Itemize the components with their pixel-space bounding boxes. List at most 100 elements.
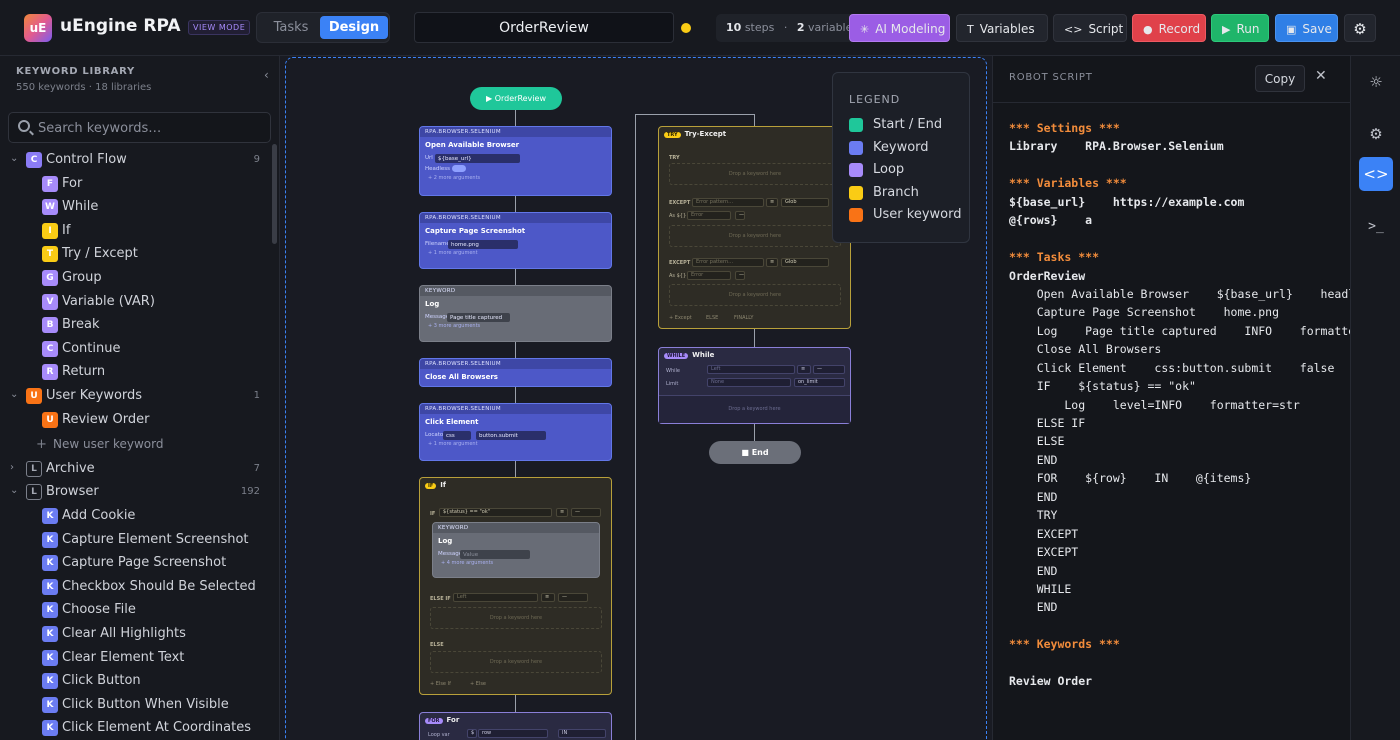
drop-zone[interactable]: Drop a keyword here — [669, 163, 841, 185]
value-select[interactable]: — — [558, 593, 588, 602]
sidebar-scrollbar[interactable] — [272, 144, 277, 244]
more-arguments-link[interactable]: + 4 more arguments — [433, 560, 599, 566]
keyword-item[interactable]: K Click Element At Coordinates — [0, 717, 272, 739]
chevron-right-icon[interactable]: › — [10, 462, 14, 473]
flow-canvas[interactable]: ▶ OrderReview RPA.BROWSER.SELENIUM Open … — [280, 56, 992, 740]
operator-select[interactable]: ≡ — [797, 365, 811, 374]
add-else-button[interactable]: + Else — [470, 681, 486, 687]
field-input[interactable]: button.submit — [476, 431, 546, 440]
as-variable-select[interactable]: — — [735, 271, 745, 280]
start-node[interactable]: ▶ OrderReview — [470, 87, 562, 110]
code-panel-icon[interactable]: <> — [1359, 157, 1393, 191]
run-button[interactable]: ▶ Run — [1211, 14, 1269, 42]
loop-var-input[interactable]: row — [478, 729, 548, 738]
except-pattern-input[interactable]: Error pattern… — [692, 198, 764, 207]
operator-select[interactable]: ≡ — [541, 593, 555, 602]
keyword-item[interactable]: K Capture Element Screenshot — [0, 529, 272, 551]
on-limit-select[interactable]: on_limit — [794, 378, 845, 387]
drop-zone[interactable]: Drop a keyword here — [669, 284, 841, 306]
keyword-node-log[interactable]: KEYWORD Log Message Page title captured +… — [419, 285, 612, 342]
new-user-keyword-button[interactable]: + New user keyword — [0, 434, 272, 456]
keyword-item[interactable]: K Add Cookie — [0, 505, 272, 527]
tree-group-2[interactable]: › L Archive 7 — [0, 458, 272, 480]
keyword-search-input[interactable]: Search keywords… — [8, 112, 271, 143]
ai-modeling-button[interactable]: ✳ AI Modeling — [849, 14, 950, 42]
keyword-item[interactable]: K Clear All Highlights — [0, 623, 272, 645]
script-button[interactable]: <> Script — [1053, 14, 1127, 42]
keyword-item[interactable]: I If — [0, 220, 272, 242]
sun-icon[interactable]: ☼ — [1359, 65, 1393, 99]
keyword-node-close-browsers[interactable]: RPA.BROWSER.SELENIUM Close All Browsers — [419, 358, 612, 387]
keyword-item[interactable]: K Clear Element Text — [0, 647, 272, 669]
record-button[interactable]: ● Record — [1132, 14, 1206, 42]
while-condition-input[interactable]: Left — [707, 365, 795, 374]
headless-toggle[interactable] — [452, 165, 467, 172]
locator-strategy-select[interactable]: css — [443, 431, 471, 440]
drop-zone[interactable]: Drop a keyword here — [430, 651, 602, 673]
collapse-sidebar-icon[interactable]: ‹ — [264, 68, 269, 82]
match-type-select[interactable]: Glob — [781, 198, 829, 207]
keyword-item[interactable]: K Click Button — [0, 670, 272, 692]
task-title-input[interactable]: OrderReview — [414, 12, 674, 43]
operator-select[interactable]: ≡ — [556, 508, 568, 517]
drop-zone[interactable]: Drop a keyword here — [659, 395, 850, 423]
more-arguments-link[interactable]: + 1 more argument — [420, 441, 611, 447]
add-except-button[interactable]: + Except — [669, 315, 692, 321]
limit-input[interactable]: None — [707, 378, 791, 387]
save-button[interactable]: ▣ Save — [1275, 14, 1338, 42]
field-input[interactable]: Page title captured — [447, 313, 510, 322]
add-else-button[interactable]: ELSE — [706, 315, 718, 321]
pattern-type-select[interactable]: ≡ — [766, 258, 778, 267]
keyword-item[interactable]: R Return — [0, 361, 272, 383]
field-input[interactable]: Value — [460, 550, 530, 559]
keyword-item[interactable]: C Continue — [0, 338, 272, 360]
tree-group-3[interactable]: ⌄ L Browser 192 — [0, 481, 272, 503]
add-else-if-button[interactable]: + Else If — [430, 681, 451, 687]
field-input[interactable]: ${base_url} — [435, 154, 520, 163]
as-variable-select[interactable]: — — [735, 211, 745, 220]
chevron-down-icon[interactable]: ⌄ — [10, 153, 18, 164]
nested-log-node[interactable]: KEYWORD Log Message Value + 4 more argume… — [432, 522, 600, 578]
keyword-item[interactable]: K Choose File — [0, 599, 272, 621]
terminal-icon[interactable]: >_ — [1359, 210, 1393, 244]
as-variable-input[interactable]: Error — [687, 211, 731, 220]
try-except-block[interactable]: TRY Try-Except TRY Drop a keyword here EX… — [658, 126, 851, 329]
more-arguments-link[interactable]: + 2 more arguments — [420, 175, 611, 181]
more-arguments-link[interactable]: + 3 more arguments — [420, 323, 611, 329]
keyword-item[interactable]: K Checkbox Should Be Selected — [0, 576, 272, 598]
except-pattern-input[interactable]: Error pattern… — [692, 258, 764, 267]
chevron-down-icon[interactable]: ⌄ — [10, 389, 18, 400]
pattern-type-select[interactable]: ≡ — [766, 198, 778, 207]
more-arguments-link[interactable]: + 1 more argument — [420, 250, 611, 256]
value-select[interactable]: — — [813, 365, 845, 374]
field-input[interactable]: home.png — [448, 240, 518, 249]
for-block[interactable]: FOR For Loop var $ row IN — [419, 712, 612, 740]
keyword-item[interactable]: U Review Order — [0, 409, 272, 431]
keyword-item[interactable]: T Try / Except — [0, 243, 272, 265]
keyword-item[interactable]: K Click Button When Visible — [0, 694, 272, 716]
loop-var-type[interactable]: $ — [467, 729, 477, 738]
chevron-down-icon[interactable]: ⌄ — [10, 485, 18, 496]
end-node[interactable]: ■ End — [709, 441, 801, 464]
settings-button[interactable]: ⚙ — [1344, 14, 1376, 42]
tab-tasks[interactable]: Tasks — [261, 16, 321, 39]
match-type-select[interactable]: Glob — [781, 258, 829, 267]
else-if-condition-input[interactable]: Left — [453, 593, 538, 602]
variables-button[interactable]: T Variables — [956, 14, 1048, 42]
tree-group-0[interactable]: ⌄ C Control Flow 9 — [0, 149, 272, 171]
gear-icon[interactable]: ⚙ — [1359, 117, 1393, 151]
drop-zone[interactable]: Drop a keyword here — [430, 607, 602, 629]
keyword-item[interactable]: G Group — [0, 267, 272, 289]
keyword-node-click-element[interactable]: RPA.BROWSER.SELENIUM Click Element Locat… — [419, 403, 612, 461]
add-finally-button[interactable]: FINALLY — [734, 315, 753, 321]
keyword-item[interactable]: K Capture Page Screenshot — [0, 552, 272, 574]
keyword-node-capture-screenshot[interactable]: RPA.BROWSER.SELENIUM Capture Page Screen… — [419, 212, 612, 269]
copy-script-button[interactable]: Copy — [1255, 65, 1305, 92]
while-block[interactable]: WHILE While While Left ≡ — Limit None on_… — [658, 347, 851, 424]
keyword-item[interactable]: V Variable (VAR) — [0, 291, 272, 313]
keyword-node-open-browser[interactable]: RPA.BROWSER.SELENIUM Open Available Brow… — [419, 126, 612, 196]
tree-group-1[interactable]: ⌄ U User Keywords 1 — [0, 385, 272, 407]
keyword-item[interactable]: W While — [0, 196, 272, 218]
close-icon[interactable]: ✕ — [1315, 68, 1327, 84]
keyword-item[interactable]: B Break — [0, 314, 272, 336]
